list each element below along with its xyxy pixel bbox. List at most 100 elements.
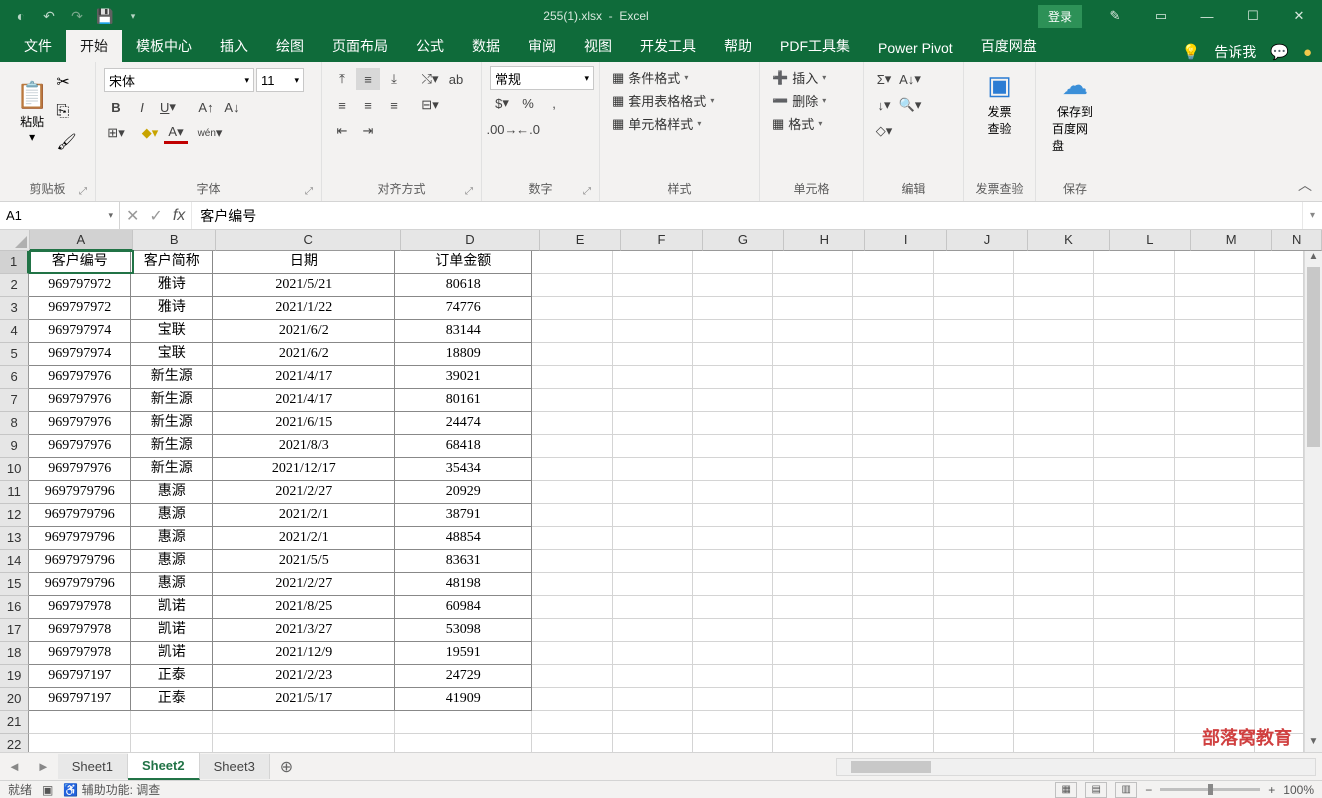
cell[interactable]: [1255, 389, 1304, 412]
cell[interactable]: [1014, 366, 1094, 389]
row-header[interactable]: 5: [0, 343, 29, 366]
cell[interactable]: [693, 251, 773, 274]
wrap-text-button[interactable]: ab: [444, 68, 468, 90]
cell[interactable]: 惠源: [131, 573, 213, 596]
cell[interactable]: 2021/6/2: [213, 343, 395, 366]
cell[interactable]: [934, 527, 1014, 550]
cell[interactable]: [934, 343, 1014, 366]
new-sheet-button[interactable]: ⊕: [270, 757, 303, 777]
cell[interactable]: [1014, 251, 1094, 274]
clear-button[interactable]: ◇▾: [872, 120, 896, 142]
cell[interactable]: [853, 596, 933, 619]
cell[interactable]: [29, 711, 131, 734]
column-header-H[interactable]: H: [784, 230, 865, 251]
cell[interactable]: [1094, 412, 1174, 435]
borders-button[interactable]: ⊞▾: [104, 122, 128, 144]
cell[interactable]: [1175, 320, 1255, 343]
cell[interactable]: [853, 642, 933, 665]
cell[interactable]: [1255, 573, 1304, 596]
cell[interactable]: 正泰: [131, 688, 213, 711]
cell[interactable]: [1175, 481, 1255, 504]
cell[interactable]: [693, 412, 773, 435]
cell[interactable]: [532, 435, 612, 458]
cell[interactable]: [1255, 251, 1304, 274]
cell[interactable]: 雅诗: [131, 297, 213, 320]
cell[interactable]: [693, 596, 773, 619]
collapse-ribbon-button[interactable]: ︿: [1298, 175, 1312, 195]
cell[interactable]: [613, 688, 693, 711]
column-header-I[interactable]: I: [865, 230, 946, 251]
tab-view[interactable]: 视图: [570, 30, 626, 62]
sheet-tab-2[interactable]: Sheet2: [128, 753, 200, 780]
cell[interactable]: [532, 619, 612, 642]
cell[interactable]: [693, 343, 773, 366]
increase-decimal[interactable]: .00→: [490, 118, 514, 140]
cell[interactable]: 41909: [395, 688, 532, 711]
cell[interactable]: [1094, 527, 1174, 550]
cell[interactable]: [853, 481, 933, 504]
cell[interactable]: [1094, 573, 1174, 596]
cell[interactable]: 2021/2/23: [213, 665, 395, 688]
cell[interactable]: [853, 412, 933, 435]
cell[interactable]: [693, 435, 773, 458]
cell[interactable]: [1014, 596, 1094, 619]
cell[interactable]: [532, 320, 612, 343]
cell[interactable]: 18809: [395, 343, 532, 366]
cell[interactable]: [773, 688, 853, 711]
cell[interactable]: [934, 665, 1014, 688]
cell[interactable]: [773, 596, 853, 619]
cell[interactable]: 凯诺: [131, 642, 213, 665]
cell[interactable]: 68418: [395, 435, 532, 458]
cell[interactable]: [532, 412, 612, 435]
cell[interactable]: [1014, 619, 1094, 642]
macro-record-icon[interactable]: ▣: [42, 783, 53, 797]
cell[interactable]: [773, 527, 853, 550]
formula-bar[interactable]: 客户编号: [192, 202, 1302, 229]
percent-format[interactable]: %: [516, 92, 540, 114]
cell[interactable]: [1175, 642, 1255, 665]
cell[interactable]: [693, 711, 773, 734]
cell[interactable]: 客户简称: [131, 251, 213, 274]
cell[interactable]: [934, 435, 1014, 458]
horizontal-scrollbar[interactable]: [836, 758, 1316, 776]
italic-button[interactable]: I: [130, 96, 154, 118]
column-header-D[interactable]: D: [401, 230, 540, 251]
cell[interactable]: [693, 665, 773, 688]
cell[interactable]: [693, 458, 773, 481]
cell[interactable]: [1014, 458, 1094, 481]
share-icon[interactable]: ●: [1303, 44, 1312, 61]
cell[interactable]: [29, 734, 131, 752]
insert-function-icon[interactable]: fx: [173, 207, 185, 225]
cell[interactable]: [532, 573, 612, 596]
cell[interactable]: [1175, 573, 1255, 596]
cell[interactable]: [532, 527, 612, 550]
cell[interactable]: [613, 711, 693, 734]
format-cells[interactable]: ▦格式▾: [768, 112, 855, 135]
cell[interactable]: [1175, 688, 1255, 711]
cell[interactable]: 969797197: [29, 688, 131, 711]
cell[interactable]: [532, 688, 612, 711]
cell[interactable]: [773, 297, 853, 320]
tab-template[interactable]: 模板中心: [122, 30, 206, 62]
cell[interactable]: [532, 734, 612, 752]
cell[interactable]: [853, 274, 933, 297]
row-header[interactable]: 12: [0, 504, 29, 527]
cell[interactable]: [693, 688, 773, 711]
cell[interactable]: [1094, 642, 1174, 665]
cell[interactable]: [1014, 481, 1094, 504]
cell[interactable]: [532, 665, 612, 688]
cell[interactable]: [853, 343, 933, 366]
cell[interactable]: [1175, 596, 1255, 619]
cell[interactable]: [1014, 435, 1094, 458]
cell[interactable]: 2021/2/27: [213, 481, 395, 504]
cell[interactable]: 969797972: [29, 297, 131, 320]
cell[interactable]: [1094, 343, 1174, 366]
cell[interactable]: [1094, 504, 1174, 527]
row-header[interactable]: 11: [0, 481, 29, 504]
cell[interactable]: [1175, 251, 1255, 274]
cell[interactable]: [853, 389, 933, 412]
cell[interactable]: [693, 481, 773, 504]
cell[interactable]: [693, 320, 773, 343]
cell[interactable]: [1094, 458, 1174, 481]
cell[interactable]: 订单金额: [395, 251, 532, 274]
